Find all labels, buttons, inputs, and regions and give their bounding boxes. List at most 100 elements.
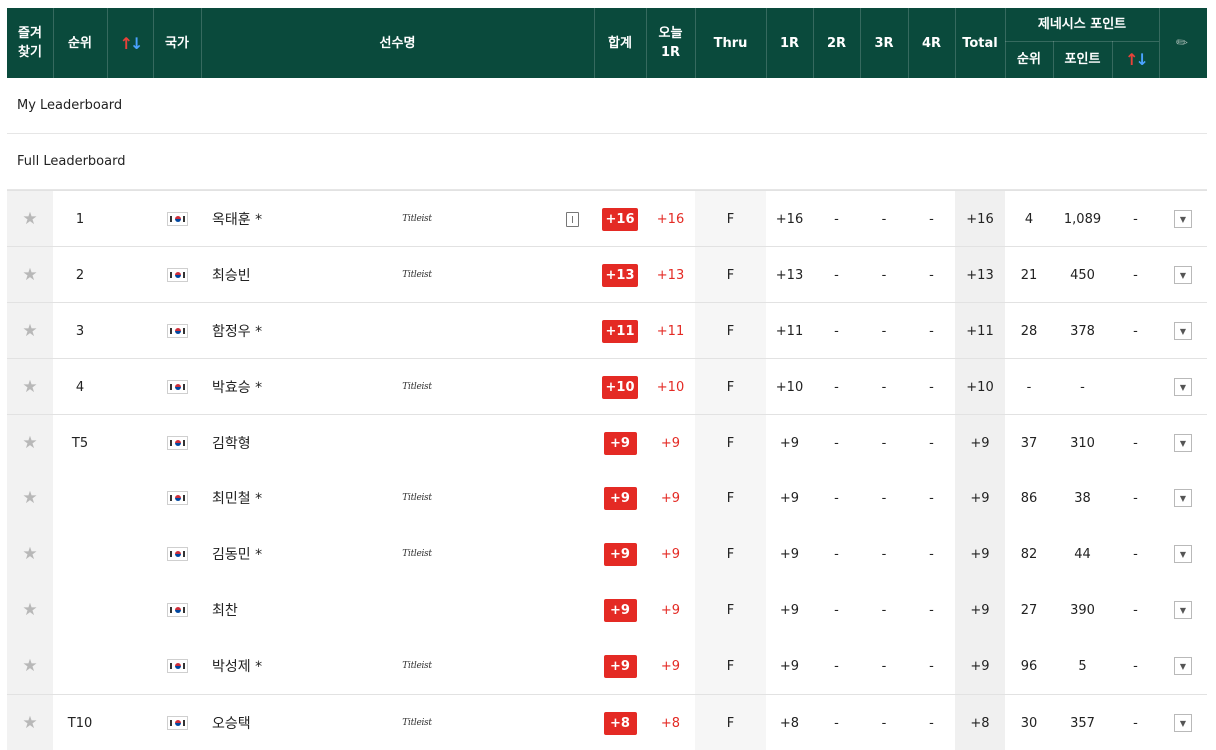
scorecard-icon[interactable] — [560, 582, 584, 638]
favorite-star-icon[interactable]: ★ — [7, 526, 53, 582]
genesis-sort-arrows-icon[interactable]: ↑↓ — [1112, 41, 1159, 78]
favorite-star-icon[interactable]: ★ — [7, 582, 53, 638]
chevron-down-icon[interactable]: ▼ — [1174, 378, 1192, 396]
favorite-star-icon[interactable]: ★ — [7, 303, 53, 359]
row-expand-dropdown[interactable]: ▼ — [1159, 415, 1207, 471]
genesis-rank: 96 — [1020, 658, 1038, 674]
table-row[interactable]: ★ T5 김학형 +9 +9 F +9 - - - +9 37 310 - ▼ — [7, 414, 1207, 471]
genesis-point: 390 — [1070, 602, 1095, 618]
player-name[interactable]: 최승빈 — [212, 247, 332, 303]
row-expand-dropdown[interactable]: ▼ — [1159, 526, 1207, 582]
row-expand-dropdown[interactable]: ▼ — [1159, 695, 1207, 750]
favorite-star-icon[interactable]: ★ — [7, 191, 53, 247]
sort-arrows-icon[interactable]: ↑↓ — [107, 8, 153, 78]
header-rank[interactable]: 순위 — [53, 8, 107, 78]
player-name[interactable]: 옥태훈 * — [212, 191, 332, 247]
chevron-down-icon[interactable]: ▼ — [1174, 714, 1192, 732]
round-2-score: - — [834, 715, 839, 731]
row-expand-dropdown[interactable]: ▼ — [1159, 191, 1207, 247]
table-row[interactable]: ★ 박성제 * Titleist +9 +9 F +9 - - - +9 96 … — [7, 638, 1207, 694]
player-name[interactable]: 오승택 — [212, 695, 332, 750]
round-4-score: - — [929, 267, 934, 283]
round-2-score: - — [834, 490, 839, 506]
korea-flag-icon — [153, 582, 201, 638]
round-1-score: +9 — [779, 435, 800, 451]
today-score: +13 — [656, 267, 685, 283]
player-name[interactable]: 김동민 * — [212, 526, 332, 582]
header-thru: Thru — [713, 35, 748, 51]
row-expand-dropdown[interactable]: ▼ — [1159, 359, 1207, 415]
favorite-star-icon[interactable]: ★ — [7, 415, 53, 471]
genesis-movement — [1112, 359, 1159, 415]
favorite-star-icon[interactable]: ★ — [7, 470, 53, 526]
scorecard-icon[interactable] — [560, 415, 584, 471]
chevron-down-icon[interactable]: ▼ — [1174, 545, 1192, 563]
today-score: +8 — [660, 715, 681, 731]
chevron-down-icon[interactable]: ▼ — [1174, 210, 1192, 228]
round-1-score: +11 — [775, 323, 804, 339]
favorite-star-icon[interactable]: ★ — [7, 695, 53, 750]
chevron-down-icon[interactable]: ▼ — [1174, 434, 1192, 452]
genesis-rank: 28 — [1020, 323, 1038, 339]
table-row[interactable]: ★ 최찬 +9 +9 F +9 - - - +9 27 390 - ▼ — [7, 582, 1207, 638]
scorecard-icon[interactable] — [560, 303, 584, 359]
genesis-movement: - — [1133, 323, 1138, 339]
pin-icon[interactable]: ✎ — [1159, 8, 1207, 78]
total-score-badge: +9 — [594, 638, 646, 694]
chevron-down-icon[interactable]: ▼ — [1174, 601, 1192, 619]
genesis-rank: 27 — [1020, 602, 1038, 618]
player-name[interactable]: 함정우 * — [212, 303, 332, 359]
genesis-rank: 82 — [1020, 546, 1038, 562]
row-expand-dropdown[interactable]: ▼ — [1159, 247, 1207, 303]
genesis-point: 5 — [1078, 658, 1087, 674]
player-name[interactable]: 김학형 — [212, 415, 332, 471]
scorecard-icon[interactable] — [560, 470, 584, 526]
total-score: +13 — [955, 247, 1005, 303]
chevron-down-icon[interactable]: ▼ — [1174, 322, 1192, 340]
round-1-score: +9 — [779, 658, 800, 674]
row-expand-dropdown[interactable]: ▼ — [1159, 303, 1207, 359]
table-row[interactable]: ★ 김동민 * Titleist +9 +9 F +9 - - - +9 82 … — [7, 526, 1207, 582]
player-name[interactable]: 최민철 * — [212, 470, 332, 526]
player-rank: T5 — [71, 435, 89, 451]
player-name[interactable]: 박성제 * — [212, 638, 332, 694]
scorecard-icon[interactable] — [560, 359, 584, 415]
favorite-star-icon[interactable]: ★ — [7, 638, 53, 694]
player-name[interactable]: 박효승 * — [212, 359, 332, 415]
table-row[interactable]: ★ T10 오승택 Titleist +8 +8 F +8 - - - +8 3… — [7, 694, 1207, 750]
genesis-point: 357 — [1070, 715, 1095, 731]
genesis-rank: - — [1026, 379, 1032, 395]
scorecard-icon[interactable] — [560, 191, 584, 247]
favorite-star-icon[interactable]: ★ — [7, 247, 53, 303]
scorecard-icon[interactable] — [560, 695, 584, 750]
player-rank: T10 — [67, 715, 93, 731]
table-row[interactable]: ★ 3 함정우 * +11 +11 F +11 - - - +11 28 378… — [7, 302, 1207, 359]
table-row[interactable]: ★ 1 옥태훈 * Titleist +16 +16 F +16 - - - +… — [7, 190, 1207, 247]
scorecard-icon[interactable] — [560, 526, 584, 582]
player-rank — [53, 470, 107, 526]
table-row[interactable]: ★ 2 최승빈 Titleist +13 +13 F +13 - - - +13… — [7, 246, 1207, 303]
scorecard-icon[interactable] — [560, 247, 584, 303]
genesis-point: - — [1080, 379, 1085, 395]
favorite-star-icon[interactable]: ★ — [7, 359, 53, 415]
row-expand-dropdown[interactable]: ▼ — [1159, 470, 1207, 526]
genesis-movement: - — [1133, 267, 1138, 283]
row-expand-dropdown[interactable]: ▼ — [1159, 582, 1207, 638]
table-row[interactable]: ★ 최민철 * Titleist +9 +9 F +9 - - - +9 86 … — [7, 470, 1207, 526]
scorecard-icon[interactable] — [560, 638, 584, 694]
today-score: +9 — [660, 490, 681, 506]
chevron-down-icon[interactable]: ▼ — [1174, 489, 1192, 507]
round-2-score: - — [834, 602, 839, 618]
sponsor-logo — [397, 415, 437, 471]
chevron-down-icon[interactable]: ▼ — [1174, 266, 1192, 284]
player-name[interactable]: 최찬 — [212, 582, 332, 638]
sponsor-logo — [397, 303, 437, 359]
full-leaderboard-label: Full Leaderboard — [7, 134, 1207, 190]
today-score: +9 — [660, 602, 681, 618]
row-expand-dropdown[interactable]: ▼ — [1159, 638, 1207, 694]
total-score: +9 — [955, 415, 1005, 471]
round-1-score: +16 — [775, 211, 804, 227]
chevron-down-icon[interactable]: ▼ — [1174, 657, 1192, 675]
genesis-rank: 86 — [1020, 490, 1038, 506]
table-row[interactable]: ★ 4 박효승 * Titleist +10 +10 F +10 - - - +… — [7, 358, 1207, 415]
